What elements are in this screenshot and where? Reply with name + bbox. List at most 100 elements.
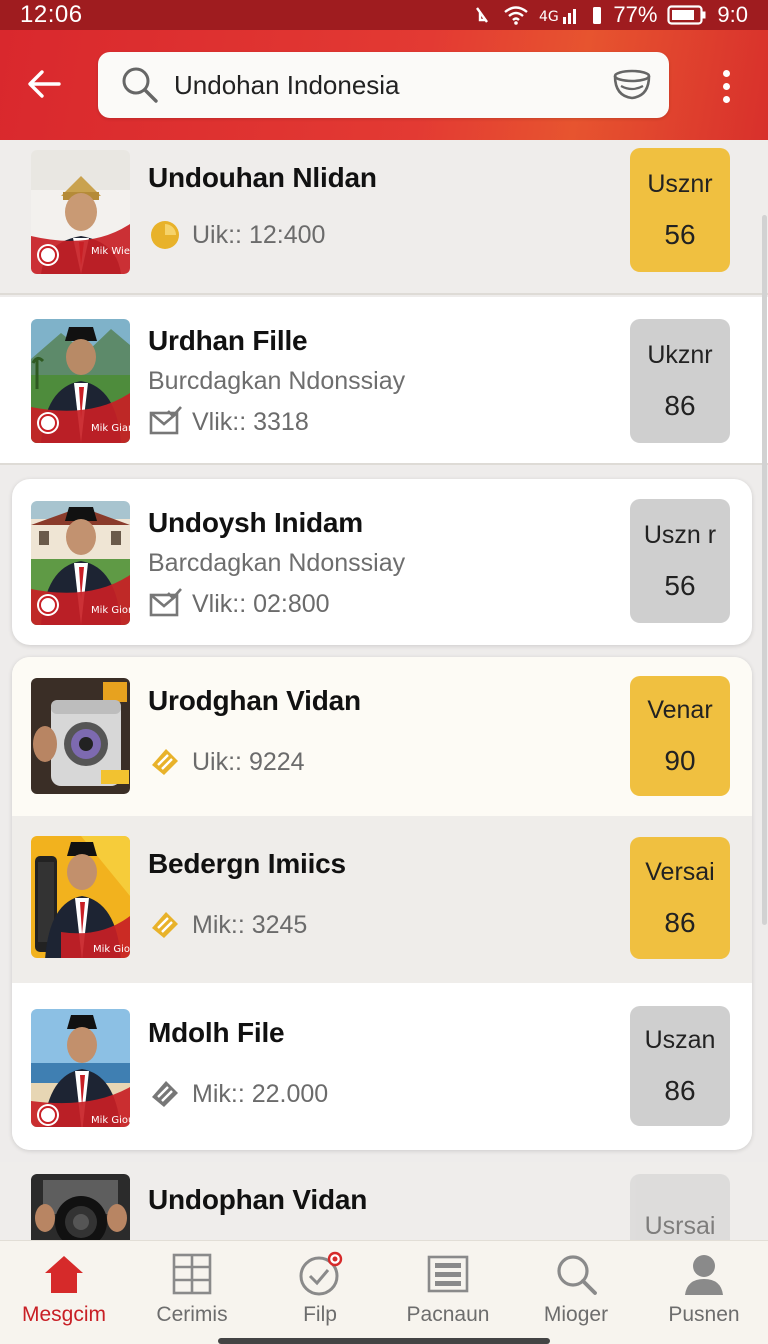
nav-label: Cerimis xyxy=(156,1303,228,1326)
badge-label: Uszn r xyxy=(643,520,717,549)
person-icon xyxy=(685,1255,723,1295)
version-badge[interactable]: Uszan 86 xyxy=(630,1006,730,1126)
battery-small-icon xyxy=(593,7,602,24)
thumbnail-caption: Mik Gians xyxy=(91,423,130,434)
voice-search-icon[interactable] xyxy=(611,66,653,104)
item-title: Urdhan Fille xyxy=(148,325,308,356)
list-item[interactable]: Mik Gians Urdhan Fille Burcdagkan Ndonss… xyxy=(0,297,768,465)
item-title: Undouhan Nlidan xyxy=(148,162,377,193)
thumbnail-image: Mik Gians xyxy=(31,319,130,443)
nav-label: Mesgcim xyxy=(21,1303,106,1326)
gray-tag-icon xyxy=(152,1081,178,1107)
badge-label: Usznr xyxy=(647,169,713,198)
badge-label: Versai xyxy=(645,857,715,886)
search-icon xyxy=(122,67,158,103)
battery-icon xyxy=(667,5,706,25)
nav-label: Pusnen xyxy=(668,1303,740,1326)
version-badge[interactable]: Uszn r 56 xyxy=(630,499,730,623)
gold-tag-icon xyxy=(152,749,178,775)
item-title: Bedergn Imiics xyxy=(148,848,346,879)
svg-text:4G: 4G xyxy=(539,9,559,25)
version-badge[interactable]: Ukznr 86 xyxy=(630,319,730,443)
version-badge[interactable]: Venar 90 xyxy=(630,676,730,796)
nav-item-home[interactable]: Mesgcim xyxy=(0,1241,128,1344)
item-stat: Vlik:: 02:800 xyxy=(148,587,330,621)
more-dot-icon xyxy=(722,69,730,77)
item-stat-text: Vlik:: 3318 xyxy=(192,407,309,436)
nav-item-grid[interactable]: Cerimis xyxy=(128,1241,256,1344)
home-indicator[interactable] xyxy=(218,1338,550,1344)
nav-label: Pacnaun xyxy=(406,1303,490,1326)
list-item[interactable]: Mik Gions Bedergn Imiics Mik:: 3245 Vers… xyxy=(12,816,752,983)
nav-label: Mioger xyxy=(543,1303,609,1326)
item-stat-text: Mik:: 22.000 xyxy=(192,1079,329,1108)
badge-value: 56 xyxy=(664,218,696,250)
bottom-nav: Mesgcim Cerimis Filp Pacnaun Mioger Pusn… xyxy=(0,1240,768,1344)
app-header xyxy=(0,30,768,140)
thumbnail-caption: Mik Wiex xyxy=(91,246,130,257)
status-clock-right: 9:0 xyxy=(717,2,748,27)
nav-item-search[interactable]: Mioger xyxy=(512,1241,640,1344)
coin-icon xyxy=(151,221,179,249)
item-title: Mdolh File xyxy=(148,1017,285,1048)
item-stat-text: Vlik:: 02:800 xyxy=(192,589,330,618)
back-arrow-icon xyxy=(28,70,61,98)
thumbnail-image: Mik Wiex xyxy=(31,150,130,274)
item-subtitle: Barcdagkan Ndonssiay xyxy=(148,549,406,577)
nav-label: Filp xyxy=(303,1303,337,1326)
thumbnail-caption: Mik Gions xyxy=(93,944,130,955)
battery-percent: 77% xyxy=(613,2,658,27)
list-icon xyxy=(427,1255,469,1293)
list-item[interactable]: Mik Wiex Undouhan Nlidan Uik:: 12:400 Us… xyxy=(0,140,768,295)
more-dot-icon xyxy=(722,95,730,103)
list-item[interactable]: Urodghan Vidan Uik:: 9224 Venar 90 xyxy=(12,657,752,816)
mail-check-icon xyxy=(149,588,182,617)
badge-value: 90 xyxy=(664,744,696,776)
mute-icon xyxy=(476,7,489,23)
list-item[interactable]: Undophan Vidan Usrsai xyxy=(0,1162,768,1240)
badge-label: Uszan xyxy=(644,1025,716,1054)
status-icons: 4G 77% 9:0 xyxy=(471,2,748,28)
item-stat: Mik:: 22.000 xyxy=(148,1077,328,1111)
badge-label: Usrsai xyxy=(644,1211,716,1240)
badge-value: 86 xyxy=(664,1074,696,1106)
signal-icon: 4G xyxy=(539,9,577,25)
item-subtitle: Burcdagkan Ndonssiay xyxy=(148,367,406,395)
grid-icon xyxy=(172,1253,212,1295)
thumbnail-image xyxy=(31,678,130,794)
item-stat-text: Uik:: 12:400 xyxy=(192,220,326,249)
list-item[interactable]: Mik Gions Undoysh Inidam Barcdagkan Ndon… xyxy=(12,479,752,645)
clock-check-icon xyxy=(299,1251,343,1296)
item-title: Undoysh Inidam xyxy=(148,507,363,538)
item-stat: Vlik:: 3318 xyxy=(148,405,309,439)
nav-item-profile[interactable]: Pusnen xyxy=(640,1241,768,1344)
back-button[interactable] xyxy=(22,60,66,108)
version-badge[interactable]: Versai 86 xyxy=(630,837,730,959)
version-badge[interactable]: Usznr 56 xyxy=(630,148,730,272)
item-stat: Uik:: 9224 xyxy=(148,745,305,779)
badge-label: Ukznr xyxy=(647,340,713,369)
scrollbar[interactable] xyxy=(762,215,767,925)
search-bar[interactable] xyxy=(98,52,669,118)
thumbnail-image: Mik Gious xyxy=(31,1009,130,1127)
badge-value: 56 xyxy=(664,569,696,601)
list-item[interactable]: Mik Gious Mdolh File Mik:: 22.000 Uszan … xyxy=(12,983,752,1150)
version-badge[interactable]: Usrsai xyxy=(630,1174,730,1240)
thumbnail-caption: Mik Gious xyxy=(91,1115,130,1126)
item-title: Urodghan Vidan xyxy=(148,685,361,716)
thumbnail-image: Mik Gions xyxy=(31,836,130,958)
item-stat-text: Mik:: 3245 xyxy=(192,910,308,939)
result-card-group: Urodghan Vidan Uik:: 9224 Venar 90 Mik G… xyxy=(12,657,752,1150)
item-title: Undophan Vidan xyxy=(148,1184,368,1215)
results-list: Mik Wiex Undouhan Nlidan Uik:: 12:400 Us… xyxy=(0,140,768,1240)
item-stat: Mik:: 3245 xyxy=(148,908,307,942)
status-bar: 12:06 4G 77% 9:0 xyxy=(0,0,768,30)
nav-item-list[interactable]: Pacnaun xyxy=(384,1241,512,1344)
search-input[interactable] xyxy=(174,69,603,101)
wifi-icon xyxy=(504,6,529,25)
more-dot-icon xyxy=(722,82,730,90)
more-options-button[interactable] xyxy=(712,66,740,106)
nav-item-files[interactable]: Filp xyxy=(256,1241,384,1344)
item-stat-text: Uik:: 9224 xyxy=(192,747,305,776)
badge-value: 86 xyxy=(664,906,696,938)
